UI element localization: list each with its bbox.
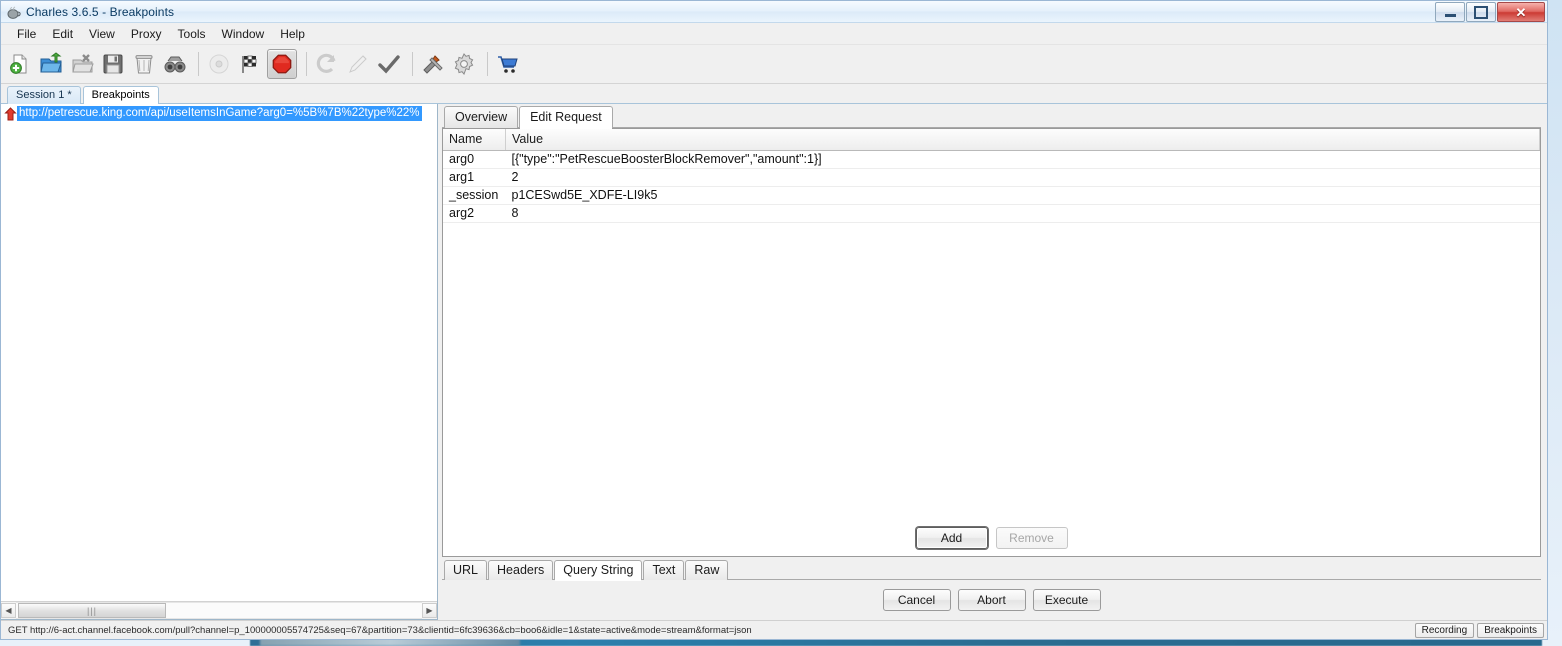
toolbar-separator [306, 52, 307, 76]
session-tab-strip: Session 1 * Breakpoints [1, 84, 1547, 105]
menu-item-tools[interactable]: Tools [170, 25, 214, 43]
save-session-icon[interactable] [99, 50, 127, 78]
compose-edit-icon[interactable] [344, 50, 372, 78]
table-row[interactable]: arg0 [{"type":"PetRescueBoosterBlockRemo… [443, 150, 1540, 169]
window-body: http://petrescue.king.com/api/useItemsIn… [1, 104, 1547, 620]
window-title: Charles 3.6.5 - Breakpoints [26, 4, 175, 19]
close-session-icon[interactable] [68, 50, 96, 78]
add-button[interactable]: Add [915, 527, 988, 549]
table-row[interactable]: _session p1CESwd5E_XDFE-LI9k5 [443, 186, 1540, 205]
title-bar: Charles 3.6.5 - Breakpoints ✕ [1, 1, 1547, 23]
clear-session-icon[interactable] [130, 50, 158, 78]
repeat-icon[interactable] [313, 50, 341, 78]
menu-item-edit[interactable]: Edit [44, 25, 81, 43]
request-tab-strip: Overview Edit Request [442, 104, 1541, 129]
abort-button[interactable]: Abort [957, 589, 1026, 611]
menu-item-view[interactable]: View [81, 25, 123, 43]
validate-check-icon[interactable] [375, 50, 403, 78]
scrollbar-track[interactable]: ||| [16, 602, 422, 619]
cell-value[interactable]: p1CESwd5E_XDFE-LI9k5 [505, 186, 1540, 205]
table-header-row: Name Value [443, 129, 1540, 151]
table-empty-area[interactable] [443, 223, 1540, 520]
window-controls: ✕ [1434, 2, 1545, 22]
cancel-button[interactable]: Cancel [882, 589, 951, 611]
toolbar [1, 45, 1547, 84]
cell-name[interactable]: arg0 [443, 150, 506, 169]
table-row[interactable]: arg1 2 [443, 168, 1540, 187]
charles-cup-icon [6, 4, 22, 20]
charles-main-window: Charles 3.6.5 - Breakpoints ✕ File Edit … [0, 0, 1548, 640]
tab-raw[interactable]: Raw [685, 560, 729, 580]
maximize-button[interactable] [1466, 2, 1496, 22]
scroll-left-icon[interactable]: ◀ [1, 603, 16, 618]
request-editor-pane: Overview Edit Request Name Value arg0 [{ [438, 104, 1547, 620]
breakpoint-list[interactable]: http://petrescue.king.com/api/useItemsIn… [1, 104, 437, 601]
list-item[interactable]: http://petrescue.king.com/api/useItemsIn… [1, 104, 437, 122]
row-action-buttons: Add Remove [443, 520, 1540, 556]
minimize-button[interactable] [1435, 2, 1465, 22]
scroll-right-icon[interactable]: ▶ [422, 603, 437, 618]
request-action-buttons: Cancel Abort Execute [442, 580, 1541, 620]
settings-gear-icon[interactable] [450, 50, 478, 78]
toolbar-separator [412, 52, 413, 76]
menu-item-file[interactable]: File [9, 25, 44, 43]
find-icon[interactable] [161, 50, 189, 78]
status-recording[interactable]: Recording [1414, 622, 1475, 638]
cell-value[interactable]: 2 [505, 168, 1540, 187]
shop-cart-icon[interactable] [494, 50, 522, 78]
red-up-arrow-icon [3, 106, 17, 121]
tab-headers[interactable]: Headers [488, 560, 554, 580]
column-header-value[interactable]: Value [505, 129, 1540, 151]
menu-item-help[interactable]: Help [272, 25, 313, 43]
status-breakpoints[interactable]: Breakpoints [1477, 622, 1544, 638]
column-header-name[interactable]: Name [443, 129, 506, 151]
toolbar-separator [487, 52, 488, 76]
menu-item-window[interactable]: Window [214, 25, 273, 43]
scrollbar-thumb[interactable]: ||| [18, 603, 166, 618]
query-string-table: Name Value arg0 [{"type":"PetRescueBoost… [443, 129, 1540, 223]
close-icon: ✕ [1515, 4, 1527, 20]
status-text: GET http://6-act.channel.facebook.com/pu… [8, 624, 752, 636]
breakpoint-list-hscrollbar[interactable]: ◀ ||| ▶ [1, 601, 437, 619]
breakpoints-stop-icon[interactable] [267, 49, 297, 79]
open-session-icon[interactable] [37, 50, 65, 78]
cell-value[interactable]: 8 [505, 204, 1540, 223]
menu-bar: File Edit View Proxy Tools Window Help [1, 23, 1547, 45]
cell-name[interactable]: _session [443, 186, 506, 205]
tab-query-string[interactable]: Query String [554, 560, 643, 581]
tab-url[interactable]: URL [444, 560, 488, 580]
tab-overview[interactable]: Overview [444, 106, 519, 128]
status-bar: GET http://6-act.channel.facebook.com/pu… [1, 620, 1547, 639]
new-session-icon[interactable] [6, 50, 34, 78]
query-string-table-wrapper: Name Value arg0 [{"type":"PetRescueBoost… [442, 128, 1541, 557]
remove-button: Remove [995, 527, 1068, 549]
table-row[interactable]: arg2 8 [443, 204, 1540, 223]
breakpoint-list-pane: http://petrescue.king.com/api/useItemsIn… [1, 104, 438, 620]
close-button[interactable]: ✕ [1497, 2, 1545, 22]
execute-button[interactable]: Execute [1032, 589, 1101, 611]
breakpoint-url: http://petrescue.king.com/api/useItemsIn… [17, 106, 422, 121]
cell-name[interactable]: arg2 [443, 204, 506, 223]
menu-item-proxy[interactable]: Proxy [123, 25, 170, 43]
cell-name[interactable]: arg1 [443, 168, 506, 187]
cell-value[interactable]: [{"type":"PetRescueBoosterBlockRemover",… [505, 150, 1540, 169]
throttle-icon[interactable] [236, 50, 264, 78]
record-icon[interactable] [205, 50, 233, 78]
request-body-tab-strip: URL Headers Query String Text Raw [442, 557, 1541, 581]
tab-session-1[interactable]: Session 1 * [7, 86, 81, 104]
scrollbar-grip: ||| [86, 605, 97, 616]
tab-edit-request[interactable]: Edit Request [519, 106, 613, 129]
tab-breakpoints[interactable]: Breakpoints [82, 86, 159, 105]
tools-icon[interactable] [419, 50, 447, 78]
toolbar-separator [198, 52, 199, 76]
tab-text[interactable]: Text [643, 560, 685, 580]
